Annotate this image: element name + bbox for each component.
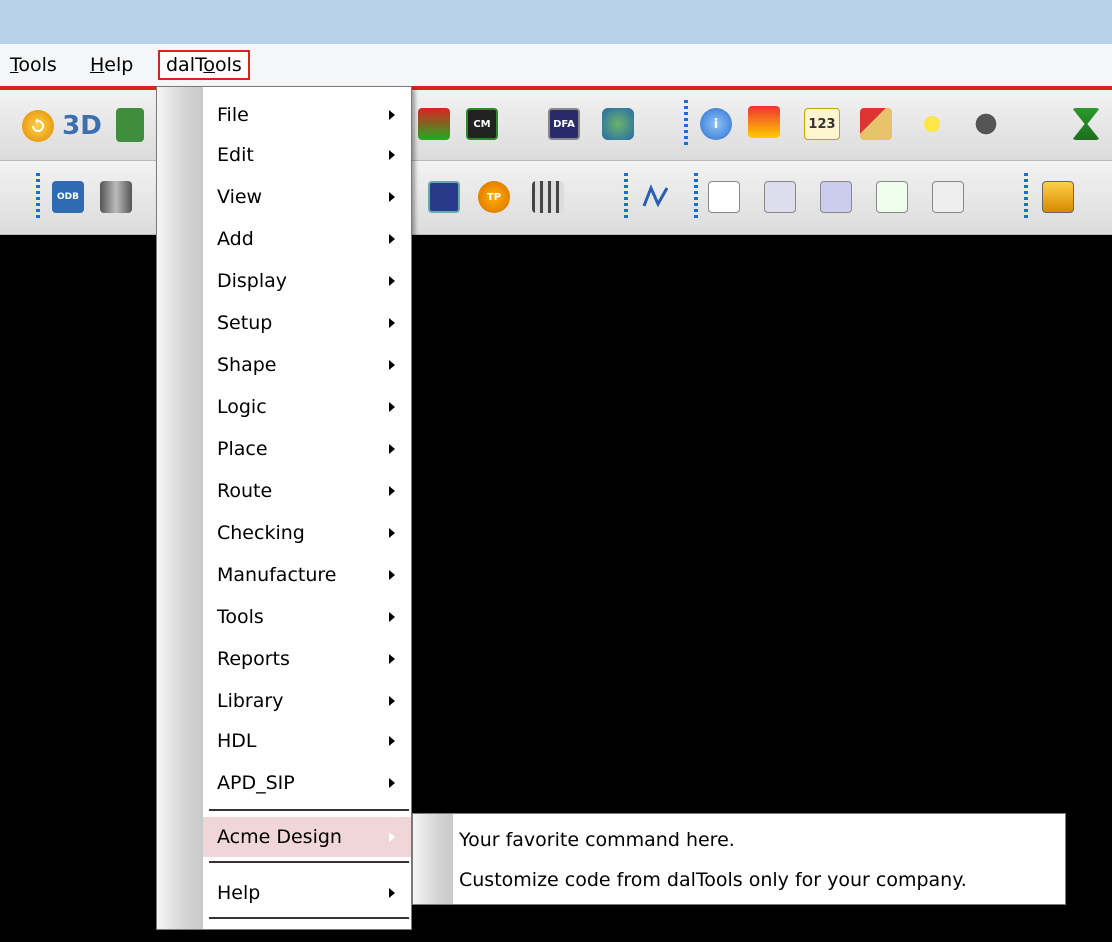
menu-item-manufacture[interactable]: Manufacture [203, 555, 411, 595]
menu-item-shape[interactable]: Shape [203, 345, 411, 385]
ruler-123-icon[interactable]: 123 [804, 108, 840, 140]
menu-item-logic[interactable]: Logic [203, 387, 411, 427]
submenu-arrow-icon [389, 444, 395, 454]
cylinder-icon[interactable] [100, 181, 132, 213]
submenu-arrow-icon [389, 696, 395, 706]
3d-view-icon[interactable]: 3D [62, 108, 102, 144]
toolbar-separator [684, 100, 688, 148]
submenu-arrow-icon [389, 888, 395, 898]
submenu-arrow-icon [389, 528, 395, 538]
menu-item-add[interactable]: Add [203, 219, 411, 259]
bulb-icon[interactable] [748, 106, 780, 138]
submenu-arrow-icon [389, 192, 395, 202]
doc-signal-icon[interactable] [708, 181, 740, 213]
globe-icon[interactable] [602, 108, 634, 140]
testpoint-icon[interactable]: TP [478, 181, 510, 213]
menu-separator [209, 861, 409, 863]
menu-item-library[interactable]: Library [203, 681, 411, 721]
toolbar-separator [694, 173, 698, 221]
odb-export-icon[interactable]: ODB [52, 181, 84, 213]
check-signal-icon[interactable] [876, 181, 908, 213]
menu-item-help[interactable]: Help [203, 873, 411, 913]
submenu-arrow-icon [389, 318, 395, 328]
route-path-icon[interactable] [640, 181, 672, 213]
menu-help[interactable]: Help [84, 50, 139, 80]
info-icon[interactable]: i [700, 108, 732, 140]
pin-array-icon[interactable] [532, 181, 564, 213]
submenu-arrow-icon [389, 654, 395, 664]
menu-item-view[interactable]: View [203, 177, 411, 217]
submenu-arrow-icon [389, 570, 395, 580]
menu-tools[interactable]: Tools [4, 50, 63, 80]
submenu-arrow-icon [389, 360, 395, 370]
acme-design-submenu: Your favorite command here. Customize co… [412, 813, 1066, 905]
submenu-arrow-icon [389, 150, 395, 160]
submenu-item-customize-code[interactable]: Customize code from dalTools only for yo… [459, 860, 967, 900]
toolbar-separator [36, 173, 40, 221]
sun-icon[interactable] [916, 108, 948, 140]
dfa-grid-icon[interactable]: DFA [548, 108, 580, 140]
title-bar [0, 0, 1112, 44]
toolbar-separator [624, 173, 628, 221]
submenu-item-favorite-command[interactable]: Your favorite command here. [459, 820, 735, 860]
daltools-dropdown: File Edit View Add Display Setup Shape L… [156, 86, 412, 930]
menu-item-apd-sip[interactable]: APD_SIP [203, 763, 411, 803]
menu-item-display[interactable]: Display [203, 261, 411, 301]
menu-separator [209, 809, 409, 811]
menu-item-checking[interactable]: Checking [203, 513, 411, 553]
menu-daltools[interactable]: dalTools [158, 50, 250, 80]
submenu-arrow-icon [389, 276, 395, 286]
menu-gutter [157, 87, 203, 929]
menu-item-hdl[interactable]: HDL [203, 721, 411, 761]
menu-item-file[interactable]: File [203, 95, 411, 135]
layers-icon[interactable] [418, 108, 450, 140]
menu-bar: Tools Help dalTools [0, 44, 1112, 90]
menu-item-setup[interactable]: Setup [203, 303, 411, 343]
broom-icon[interactable] [860, 108, 892, 140]
submenu-gutter [413, 814, 453, 904]
copy-windows-icon[interactable] [1042, 181, 1074, 213]
submenu-arrow-icon [389, 778, 395, 788]
menu-item-edit[interactable]: Edit [203, 135, 411, 175]
submenu-arrow-icon [389, 234, 395, 244]
submenu-arrow-icon [389, 486, 395, 496]
menu-item-route[interactable]: Route [203, 471, 411, 511]
bomb-icon[interactable] [970, 108, 1002, 140]
cm-grid-icon[interactable]: CM [466, 108, 498, 140]
calc-signal-icon[interactable] [820, 181, 852, 213]
submenu-arrow-icon [389, 612, 395, 622]
hourglass-icon[interactable] [1072, 108, 1100, 140]
undo-icon[interactable] [22, 110, 54, 142]
menu-item-acme-design[interactable]: Acme Design [203, 817, 411, 857]
submenu-arrow-icon [389, 736, 395, 746]
menu-item-place[interactable]: Place [203, 429, 411, 469]
toolbar-separator [1024, 173, 1028, 221]
menu-item-tools[interactable]: Tools [203, 597, 411, 637]
menu-separator [209, 917, 409, 919]
submenu-arrow-icon [389, 402, 395, 412]
pen-signal-icon[interactable] [932, 181, 964, 213]
submenu-arrow-icon [389, 110, 395, 120]
book-signal-icon[interactable] [764, 181, 796, 213]
grid-dots-icon[interactable] [428, 181, 460, 213]
film-icon[interactable] [116, 108, 144, 142]
submenu-arrow-icon [389, 832, 395, 842]
menu-item-reports[interactable]: Reports [203, 639, 411, 679]
